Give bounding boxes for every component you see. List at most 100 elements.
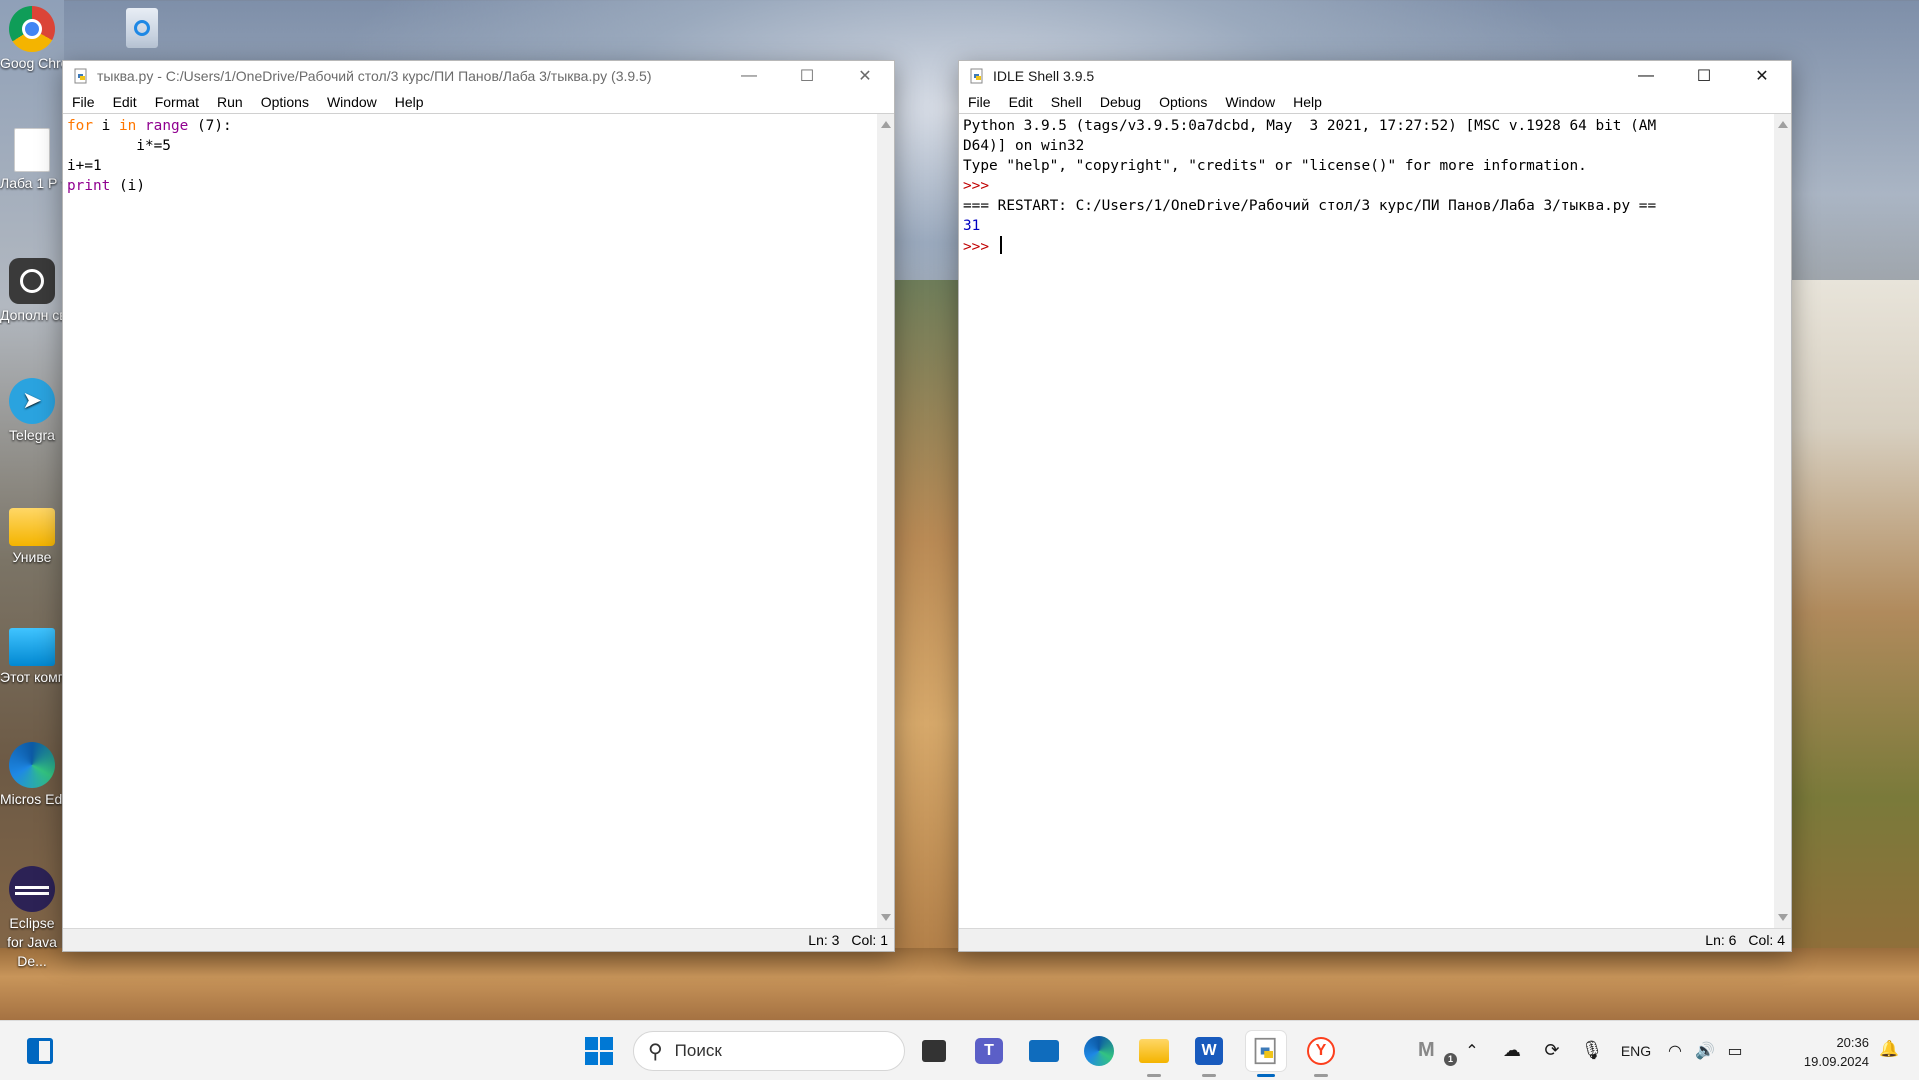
- clock-time: 20:36: [1836, 1035, 1869, 1050]
- sync-icon[interactable]: ⟳: [1532, 1040, 1572, 1061]
- tray-app-icon[interactable]: M 1: [1418, 1039, 1457, 1066]
- menu-help[interactable]: Help: [386, 94, 433, 110]
- menu-shell[interactable]: Shell: [1042, 94, 1091, 110]
- python-file-icon: [74, 68, 87, 84]
- task-view-button[interactable]: [914, 1031, 954, 1071]
- wifi-icon[interactable]: ◠: [1660, 1041, 1690, 1061]
- menu-edit[interactable]: Edit: [104, 94, 146, 110]
- shell-titlebar[interactable]: IDLE Shell 3.9.5 — ☐ ✕: [959, 61, 1791, 91]
- search-icon: ⚲: [648, 1040, 663, 1063]
- close-button[interactable]: ✕: [1733, 61, 1791, 91]
- desktop-icon-additional-info[interactable]: Дополн сведени: [0, 258, 64, 325]
- editor-scrollbar[interactable]: [877, 114, 894, 928]
- shell-title: IDLE Shell 3.9.5: [993, 68, 1095, 84]
- telegram-icon: ➤: [9, 378, 55, 424]
- desktop-icon-edge[interactable]: Micros Edge: [0, 742, 64, 809]
- volume-icon[interactable]: 🔊: [1690, 1041, 1720, 1061]
- maximize-button[interactable]: ☐: [1675, 61, 1733, 91]
- notification-count-badge: 1: [1444, 1053, 1457, 1066]
- battery-icon[interactable]: ▭: [1720, 1041, 1750, 1061]
- document-icon: [14, 128, 50, 172]
- desktop-icon-lab1[interactable]: Лаба 1 Р текс: [0, 128, 64, 193]
- shell-scrollbar[interactable]: [1774, 114, 1791, 928]
- column-indicator: Col: 1: [851, 932, 888, 948]
- running-indicator: [1202, 1074, 1216, 1077]
- shell-console[interactable]: Python 3.9.5 (tags/v3.9.5:0a7dcbd, May 3…: [959, 114, 1774, 928]
- scroll-down-arrow-icon[interactable]: [881, 914, 891, 921]
- desktop-icon-eclipse[interactable]: Eclipse for Java De...: [0, 866, 64, 971]
- editor-title: тыква.py - C:/Users/1/OneDrive/Рабочий с…: [97, 68, 652, 84]
- editor-menubar: File Edit Format Run Options Window Help: [63, 91, 894, 114]
- desktop-icon-university-folder[interactable]: Униве: [0, 502, 64, 567]
- desktop-icon-recycle-bin[interactable]: [118, 8, 166, 50]
- show-hidden-icons-chevron-icon[interactable]: ⌃: [1452, 1041, 1492, 1061]
- code-editor[interactable]: for i in range (7): i*=5 i+=1 print (i): [63, 114, 877, 928]
- menu-file[interactable]: File: [959, 94, 1000, 110]
- desktop-icon-chrome[interactable]: Goog Chrom: [0, 6, 64, 73]
- shell-menubar: File Edit Shell Debug Options Window Hel…: [959, 91, 1791, 114]
- taskbar-app-idle[interactable]: [1246, 1031, 1286, 1077]
- menu-help[interactable]: Help: [1284, 94, 1331, 110]
- wallpaper-middle: [893, 280, 959, 1020]
- windows-logo-icon: [585, 1037, 613, 1065]
- recycle-bin-icon: [126, 8, 158, 48]
- menu-debug[interactable]: Debug: [1091, 94, 1150, 110]
- onedrive-cloud-icon[interactable]: ☁: [1492, 1040, 1532, 1061]
- shell-statusbar: Ln: 6 Col: 4: [959, 928, 1791, 951]
- shell-window: IDLE Shell 3.9.5 — ☐ ✕ File Edit Shell D…: [958, 60, 1792, 952]
- python-idle-icon: [1254, 1037, 1276, 1065]
- line-indicator: Ln: 6: [1705, 932, 1737, 948]
- python-file-icon: [970, 68, 983, 84]
- running-indicator: [1147, 1074, 1161, 1077]
- desktop-icon-this-pc[interactable]: Этот компью: [0, 622, 64, 687]
- taskbar-search[interactable]: ⚲ Поиск: [633, 1031, 905, 1071]
- scroll-up-arrow-icon[interactable]: [1778, 121, 1788, 128]
- taskbar-app-teams[interactable]: T: [969, 1031, 1009, 1071]
- taskbar-app-edge[interactable]: [1079, 1031, 1119, 1071]
- scroll-down-arrow-icon[interactable]: [1778, 914, 1788, 921]
- show-widgets-button[interactable]: [20, 1031, 60, 1071]
- console-line: Python 3.9.5 (tags/v3.9.5:0a7dcbd, May 3…: [963, 118, 1657, 134]
- maximize-button[interactable]: ☐: [778, 61, 836, 91]
- line-indicator: Ln: 3: [808, 932, 840, 948]
- taskbar-app-yandex[interactable]: Y: [1301, 1031, 1341, 1077]
- start-button[interactable]: [579, 1031, 619, 1071]
- wallpaper-right: [1790, 280, 1919, 1020]
- desktop-icon-telegram[interactable]: ➤ Telegra: [0, 378, 64, 445]
- menu-window[interactable]: Window: [318, 94, 386, 110]
- console-output: 31: [963, 218, 981, 234]
- editor-statusbar: Ln: 3 Col: 1: [63, 928, 894, 951]
- edge-icon: [9, 742, 55, 788]
- scroll-up-arrow-icon[interactable]: [881, 121, 891, 128]
- editor-titlebar[interactable]: тыква.py - C:/Users/1/OneDrive/Рабочий с…: [63, 61, 894, 91]
- menu-options[interactable]: Options: [252, 94, 318, 110]
- running-indicator: [1314, 1074, 1328, 1077]
- taskbar-app-mail[interactable]: [1024, 1031, 1064, 1071]
- minimize-button[interactable]: —: [1617, 61, 1675, 91]
- menu-options[interactable]: Options: [1150, 94, 1216, 110]
- folder-icon: [1139, 1039, 1169, 1063]
- close-button[interactable]: ✕: [836, 61, 894, 91]
- taskbar-app-file-explorer[interactable]: [1134, 1031, 1174, 1077]
- mail-icon: [1029, 1040, 1059, 1062]
- taskbar: ⚲ Поиск T W Y M 1 ⌃ ☁ ⟳ 🎙 ENG ◠ 🔊 ▭ 20:3…: [0, 1020, 1919, 1080]
- clock-date: 19.09.2024: [1803, 1054, 1869, 1069]
- minimize-button[interactable]: —: [720, 61, 778, 91]
- menu-format[interactable]: Format: [146, 94, 208, 110]
- microphone-icon[interactable]: 🎙: [1572, 1040, 1612, 1061]
- task-view-icon: [922, 1040, 946, 1062]
- menu-window[interactable]: Window: [1216, 94, 1284, 110]
- menu-file[interactable]: File: [63, 94, 104, 110]
- code-line: i*=5: [67, 138, 171, 154]
- menu-edit[interactable]: Edit: [1000, 94, 1042, 110]
- running-indicator: [1257, 1074, 1275, 1077]
- menu-run[interactable]: Run: [208, 94, 252, 110]
- console-prompt: >>>: [963, 239, 998, 255]
- clock[interactable]: 20:36 19.09.2024: [1804, 1033, 1869, 1071]
- input-language[interactable]: ENG: [1612, 1043, 1660, 1059]
- console-line: Type "help", "copyright", "credits" or "…: [963, 158, 1587, 174]
- edge-icon: [1084, 1036, 1114, 1066]
- editor-window: тыква.py - C:/Users/1/OneDrive/Рабочий с…: [62, 60, 895, 952]
- notification-bell-icon[interactable]: 🔔: [1879, 1039, 1899, 1059]
- taskbar-app-word[interactable]: W: [1189, 1031, 1229, 1077]
